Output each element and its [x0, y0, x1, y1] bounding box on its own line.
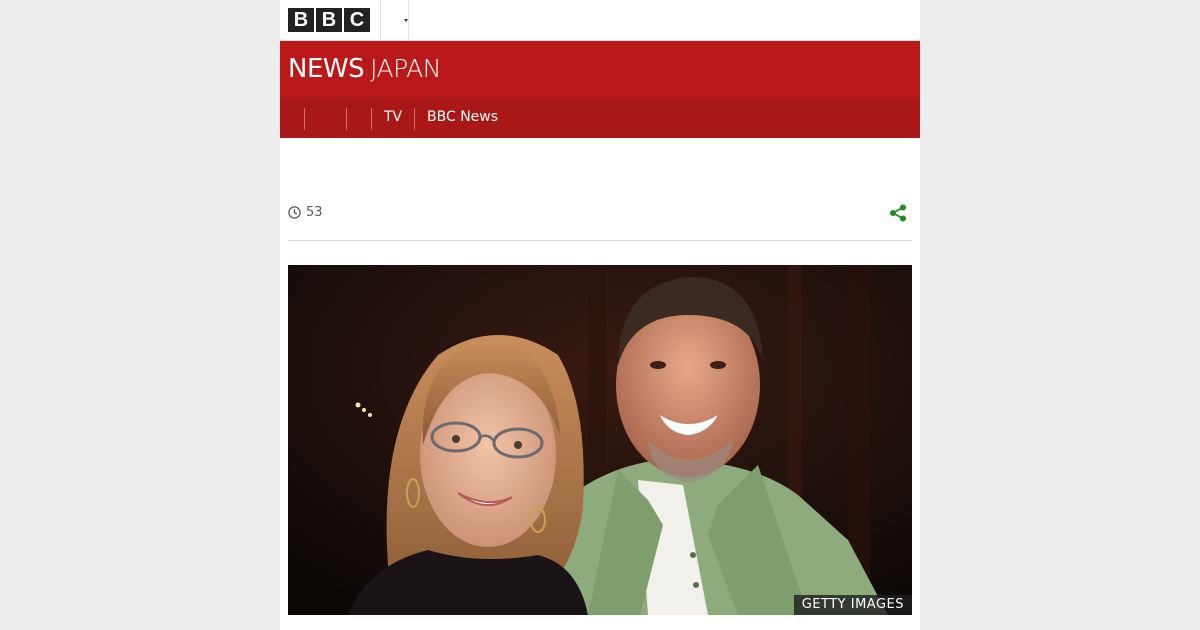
- nav-item-1[interactable]: [305, 97, 345, 138]
- article-meta: 53: [288, 200, 912, 228]
- image-credit: GETTY IMAGES: [793, 595, 912, 615]
- clock-icon: [288, 206, 301, 219]
- share-icon[interactable]: [889, 204, 907, 222]
- photo-illustration: [288, 265, 912, 615]
- divider: [408, 0, 409, 40]
- masthead-title[interactable]: NEWS JAPAN: [288, 53, 441, 85]
- bbc-logo[interactable]: B B C: [288, 8, 370, 32]
- nav-bar: TV BBC News: [280, 97, 920, 138]
- masthead-title-sub: JAPAN: [370, 54, 441, 83]
- timestamp: 53: [306, 205, 323, 220]
- masthead-title-main: NEWS: [288, 54, 365, 84]
- nav-item-bbc-news[interactable]: BBC News: [427, 97, 498, 138]
- divider: [288, 240, 912, 241]
- page: B B C NEWS JAPAN TV BBC News 53 GETTY IM…: [280, 0, 920, 630]
- bbc-logo-letter: B: [288, 8, 314, 32]
- article-photo: GETTY IMAGES: [288, 265, 912, 615]
- nav-separator: [414, 108, 415, 130]
- bbc-logo-letter: C: [344, 8, 370, 32]
- nav-item-2[interactable]: [347, 97, 370, 138]
- nav-separator: [371, 108, 372, 130]
- top-bar: B B C: [280, 0, 920, 41]
- masthead: NEWS JAPAN: [280, 41, 920, 97]
- bbc-logo-letter: B: [316, 8, 342, 32]
- nav-item-tv[interactable]: TV: [384, 97, 402, 138]
